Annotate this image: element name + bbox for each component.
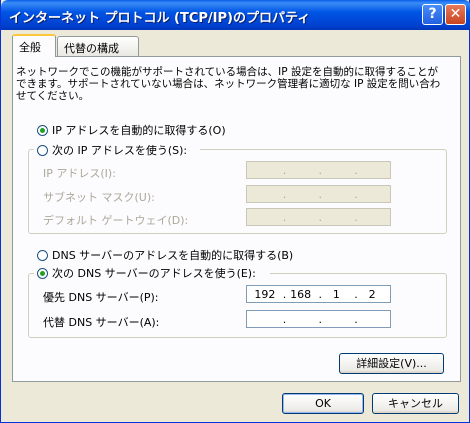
- dns-auto-label: DNS サーバーのアドレスを自動的に取得する(B): [52, 249, 294, 262]
- tab-alternate-configuration[interactable]: 代替の構成: [57, 36, 139, 56]
- radio-icon: [37, 124, 48, 136]
- alternate-dns-field[interactable]: ...: [246, 310, 391, 328]
- dns-manual-radio[interactable]: 次の DNS サーバーのアドレスを使う(E):: [37, 266, 256, 280]
- description-text: ネットワークでこの機能がサポートされている場合は、IP 設定を自動的に取得するこ…: [16, 66, 441, 102]
- ip-manual-radio[interactable]: 次の IP アドレスを使う(S):: [37, 143, 187, 157]
- subnet-mask-field[interactable]: ...: [246, 185, 391, 203]
- default-gateway-field[interactable]: ...: [246, 208, 391, 226]
- properties-dialog: インターネット プロトコル (TCP/IP)のプロパティ ? ✕ 全般 代替の構…: [0, 0, 470, 423]
- help-button[interactable]: ?: [422, 4, 443, 25]
- ip-manual-label: 次の IP アドレスを使う(S):: [52, 144, 188, 157]
- ip-auto-radio[interactable]: IP アドレスを自動的に取得する(O): [37, 123, 226, 137]
- ip-address-field[interactable]: ...: [246, 161, 391, 179]
- alternate-dns-label: 代替 DNS サーバー(A):: [43, 316, 160, 329]
- radio-icon: [37, 267, 48, 279]
- octet-1: 192: [254, 287, 276, 301]
- ip-address-label: IP アドレス(I):: [43, 167, 116, 180]
- octet-3: 1: [332, 287, 340, 301]
- default-gateway-label: デフォルト ゲートウェイ(D):: [43, 214, 189, 227]
- ok-button[interactable]: OK: [282, 393, 364, 414]
- preferred-dns-label: 優先 DNS サーバー(P):: [43, 291, 159, 304]
- subnet-mask-label: サブネット マスク(U):: [43, 191, 155, 204]
- advanced-button[interactable]: 詳細設定(V)...: [339, 353, 444, 374]
- ip-auto-label: IP アドレスを自動的に取得する(O): [52, 124, 226, 137]
- close-button[interactable]: ✕: [445, 4, 466, 25]
- dns-auto-radio[interactable]: DNS サーバーのアドレスを自動的に取得する(B): [37, 248, 293, 262]
- octet-4: 2: [368, 287, 376, 301]
- tab-general[interactable]: 全般: [12, 34, 56, 57]
- octet-2: 168: [290, 287, 312, 301]
- preferred-dns-field[interactable]: 192. 168. 1. 2: [246, 285, 391, 303]
- cancel-button[interactable]: キャンセル: [372, 393, 459, 414]
- radio-icon: [37, 249, 48, 261]
- radio-icon: [37, 144, 48, 156]
- window-title: インターネット プロトコル (TCP/IP)のプロパティ: [9, 11, 311, 26]
- title-bar[interactable]: インターネット プロトコル (TCP/IP)のプロパティ ? ✕: [1, 0, 470, 30]
- dns-manual-label: 次の DNS サーバーのアドレスを使う(E):: [52, 267, 256, 280]
